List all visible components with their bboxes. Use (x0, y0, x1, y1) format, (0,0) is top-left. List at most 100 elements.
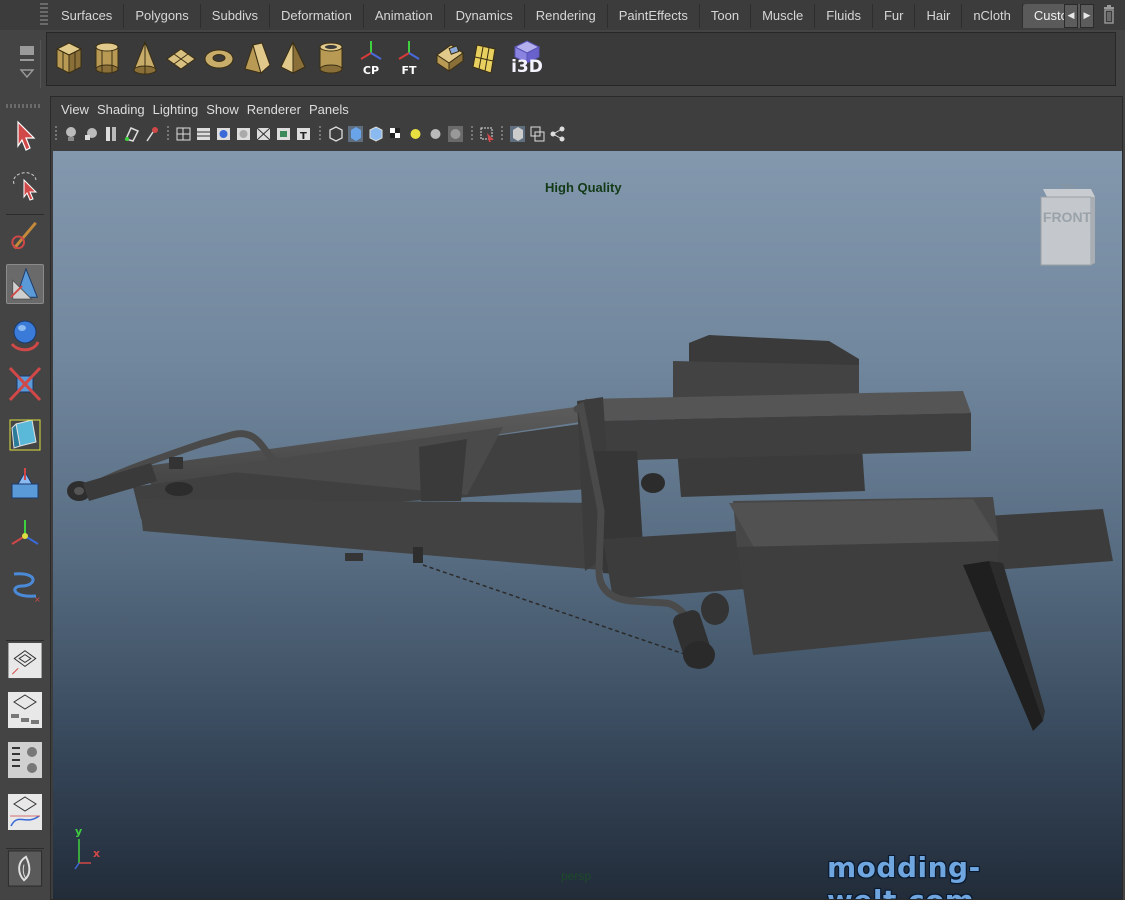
perspective-viewport[interactable]: High Quality TOP FRONT y x persp modding… (53, 151, 1122, 899)
rotate-tool-icon[interactable] (6, 314, 44, 354)
select-tool-icon[interactable] (6, 116, 44, 156)
i3d-label: i3D (511, 57, 543, 77)
svg-text:×: × (34, 595, 41, 604)
panel-toolbar: T (55, 123, 1115, 147)
tab-polygons[interactable]: Polygons (124, 4, 201, 28)
textured-icon[interactable] (275, 125, 292, 143)
graph-editor-layout-icon[interactable] (6, 792, 44, 832)
toolbar-separator (319, 126, 321, 142)
shelf-icon-strip: CP FT i3D (46, 32, 1116, 86)
poly-prism-icon[interactable] (241, 39, 273, 77)
scroll-right-icon[interactable]: ▶ (1080, 4, 1094, 28)
poly-cube-icon[interactable] (53, 39, 85, 77)
image-plane-icon[interactable] (123, 125, 140, 143)
default-material-icon[interactable] (235, 125, 252, 143)
viewport-panel: View Shading Lighting Show Renderer Pane… (50, 96, 1123, 900)
tab-subdivs[interactable]: Subdivs (201, 4, 271, 28)
center-pivot-icon[interactable]: CP (355, 39, 387, 77)
shelf: CP FT i3D (0, 30, 1125, 88)
trash-icon[interactable] (1100, 3, 1118, 27)
soft-modification-icon[interactable] (6, 464, 44, 504)
show-manipulator-icon[interactable] (6, 514, 44, 554)
menu-lighting[interactable]: Lighting (153, 97, 207, 121)
script-editor-icon[interactable] (6, 848, 44, 888)
smooth-shade-icon[interactable] (215, 125, 232, 143)
tab-animation[interactable]: Animation (364, 4, 445, 28)
tab-ncloth[interactable]: nCloth (962, 4, 1023, 28)
grid-icon[interactable] (195, 125, 212, 143)
single-perspective-layout-icon[interactable] (6, 640, 44, 680)
poly-pyramid-icon[interactable] (277, 39, 309, 77)
tab-toon[interactable]: Toon (700, 4, 752, 28)
menu-panels[interactable]: Panels (309, 97, 357, 121)
two-d-pan-zoom-icon[interactable] (143, 125, 160, 143)
wireframe-icon[interactable] (175, 125, 192, 143)
isolate-select-icon[interactable] (479, 125, 496, 143)
shaded-cube-icon[interactable] (367, 125, 384, 143)
panel-menu-bar: View Shading Lighting Show Renderer Pane… (51, 97, 357, 121)
lasso-tool-icon[interactable] (6, 164, 44, 204)
uv-texture-icon[interactable] (433, 39, 465, 77)
xray-icon[interactable] (255, 125, 272, 143)
axis-y-label: y (75, 825, 82, 838)
frame-selection-icon[interactable] (529, 125, 546, 143)
axis-x-label: x (93, 847, 100, 860)
poly-cone-icon[interactable] (129, 39, 161, 77)
xray-joints-icon[interactable] (509, 125, 526, 143)
shelf-grip-handle[interactable] (40, 3, 48, 27)
toolbox: × (0, 100, 48, 900)
camera-attribute-icon[interactable] (83, 125, 100, 143)
tab-painteffects[interactable]: PaintEffects (608, 4, 700, 28)
texture-checker-icon[interactable] (387, 125, 404, 143)
lights-icon[interactable] (407, 125, 424, 143)
ft-label: FT (401, 64, 417, 77)
toolbar-separator (471, 126, 473, 142)
shelf-tab-row: Surfaces Polygons Subdivs Deformation An… (50, 4, 1091, 29)
freeze-transform-icon[interactable]: FT (393, 39, 425, 77)
toolbox-grip[interactable] (6, 104, 42, 108)
menu-renderer[interactable]: Renderer (247, 97, 309, 121)
camera-name-label: persp (561, 869, 592, 883)
shelf-tab-scroll: ◀ ▶ (1064, 4, 1094, 28)
outliner-layout-icon[interactable] (6, 740, 44, 780)
paint-select-tool-icon[interactable] (6, 214, 44, 254)
poly-plane-icon[interactable] (165, 39, 197, 77)
poly-torus-icon[interactable] (203, 39, 235, 77)
cp-label: CP (362, 64, 380, 77)
tab-fur[interactable]: Fur (873, 4, 916, 28)
bookmark-icon[interactable] (103, 125, 120, 143)
smooth-shade-all-icon[interactable] (347, 125, 364, 143)
tab-deformation[interactable]: Deformation (270, 4, 364, 28)
wireframe-cube-icon[interactable] (327, 125, 344, 143)
tab-rendering[interactable]: Rendering (525, 4, 608, 28)
menu-shading[interactable]: Shading (97, 97, 153, 121)
poly-cylinder-icon[interactable] (91, 39, 123, 77)
toolbar-separator (167, 126, 169, 142)
tab-surfaces[interactable]: Surfaces (50, 4, 125, 28)
i3d-export-icon[interactable]: i3D (509, 39, 545, 77)
select-camera-icon[interactable] (63, 125, 80, 143)
perspective-outliner-layout-icon[interactable] (6, 690, 44, 730)
universal-manipulator-icon[interactable] (6, 414, 44, 454)
shadows-icon[interactable] (427, 125, 444, 143)
shelf-menu-icon[interactable] (14, 40, 41, 88)
scroll-left-icon[interactable]: ◀ (1064, 4, 1078, 28)
scale-tool-icon[interactable] (6, 364, 44, 404)
share-icon[interactable] (549, 125, 566, 143)
tab-dynamics[interactable]: Dynamics (445, 4, 525, 28)
menu-show[interactable]: Show (206, 97, 247, 121)
poly-pipe-icon[interactable] (315, 39, 347, 77)
text-overlay-icon[interactable]: T (295, 125, 312, 143)
ambient-occlusion-icon[interactable] (447, 125, 464, 143)
last-tool-used-icon[interactable]: × (6, 564, 44, 604)
axis-gizmo-icon: y x (74, 825, 100, 870)
uv-editor-icon[interactable] (469, 39, 501, 77)
menu-view[interactable]: View (61, 97, 97, 121)
tab-fluids[interactable]: Fluids (815, 4, 873, 28)
shelf-tab-bar: Surfaces Polygons Subdivs Deformation An… (0, 0, 1125, 31)
move-tool-icon[interactable] (6, 264, 44, 304)
toolbar-separator (501, 126, 503, 142)
tab-muscle[interactable]: Muscle (751, 4, 816, 28)
tab-hair[interactable]: Hair (915, 4, 963, 28)
trailer-frame-model[interactable] (53, 151, 1122, 899)
